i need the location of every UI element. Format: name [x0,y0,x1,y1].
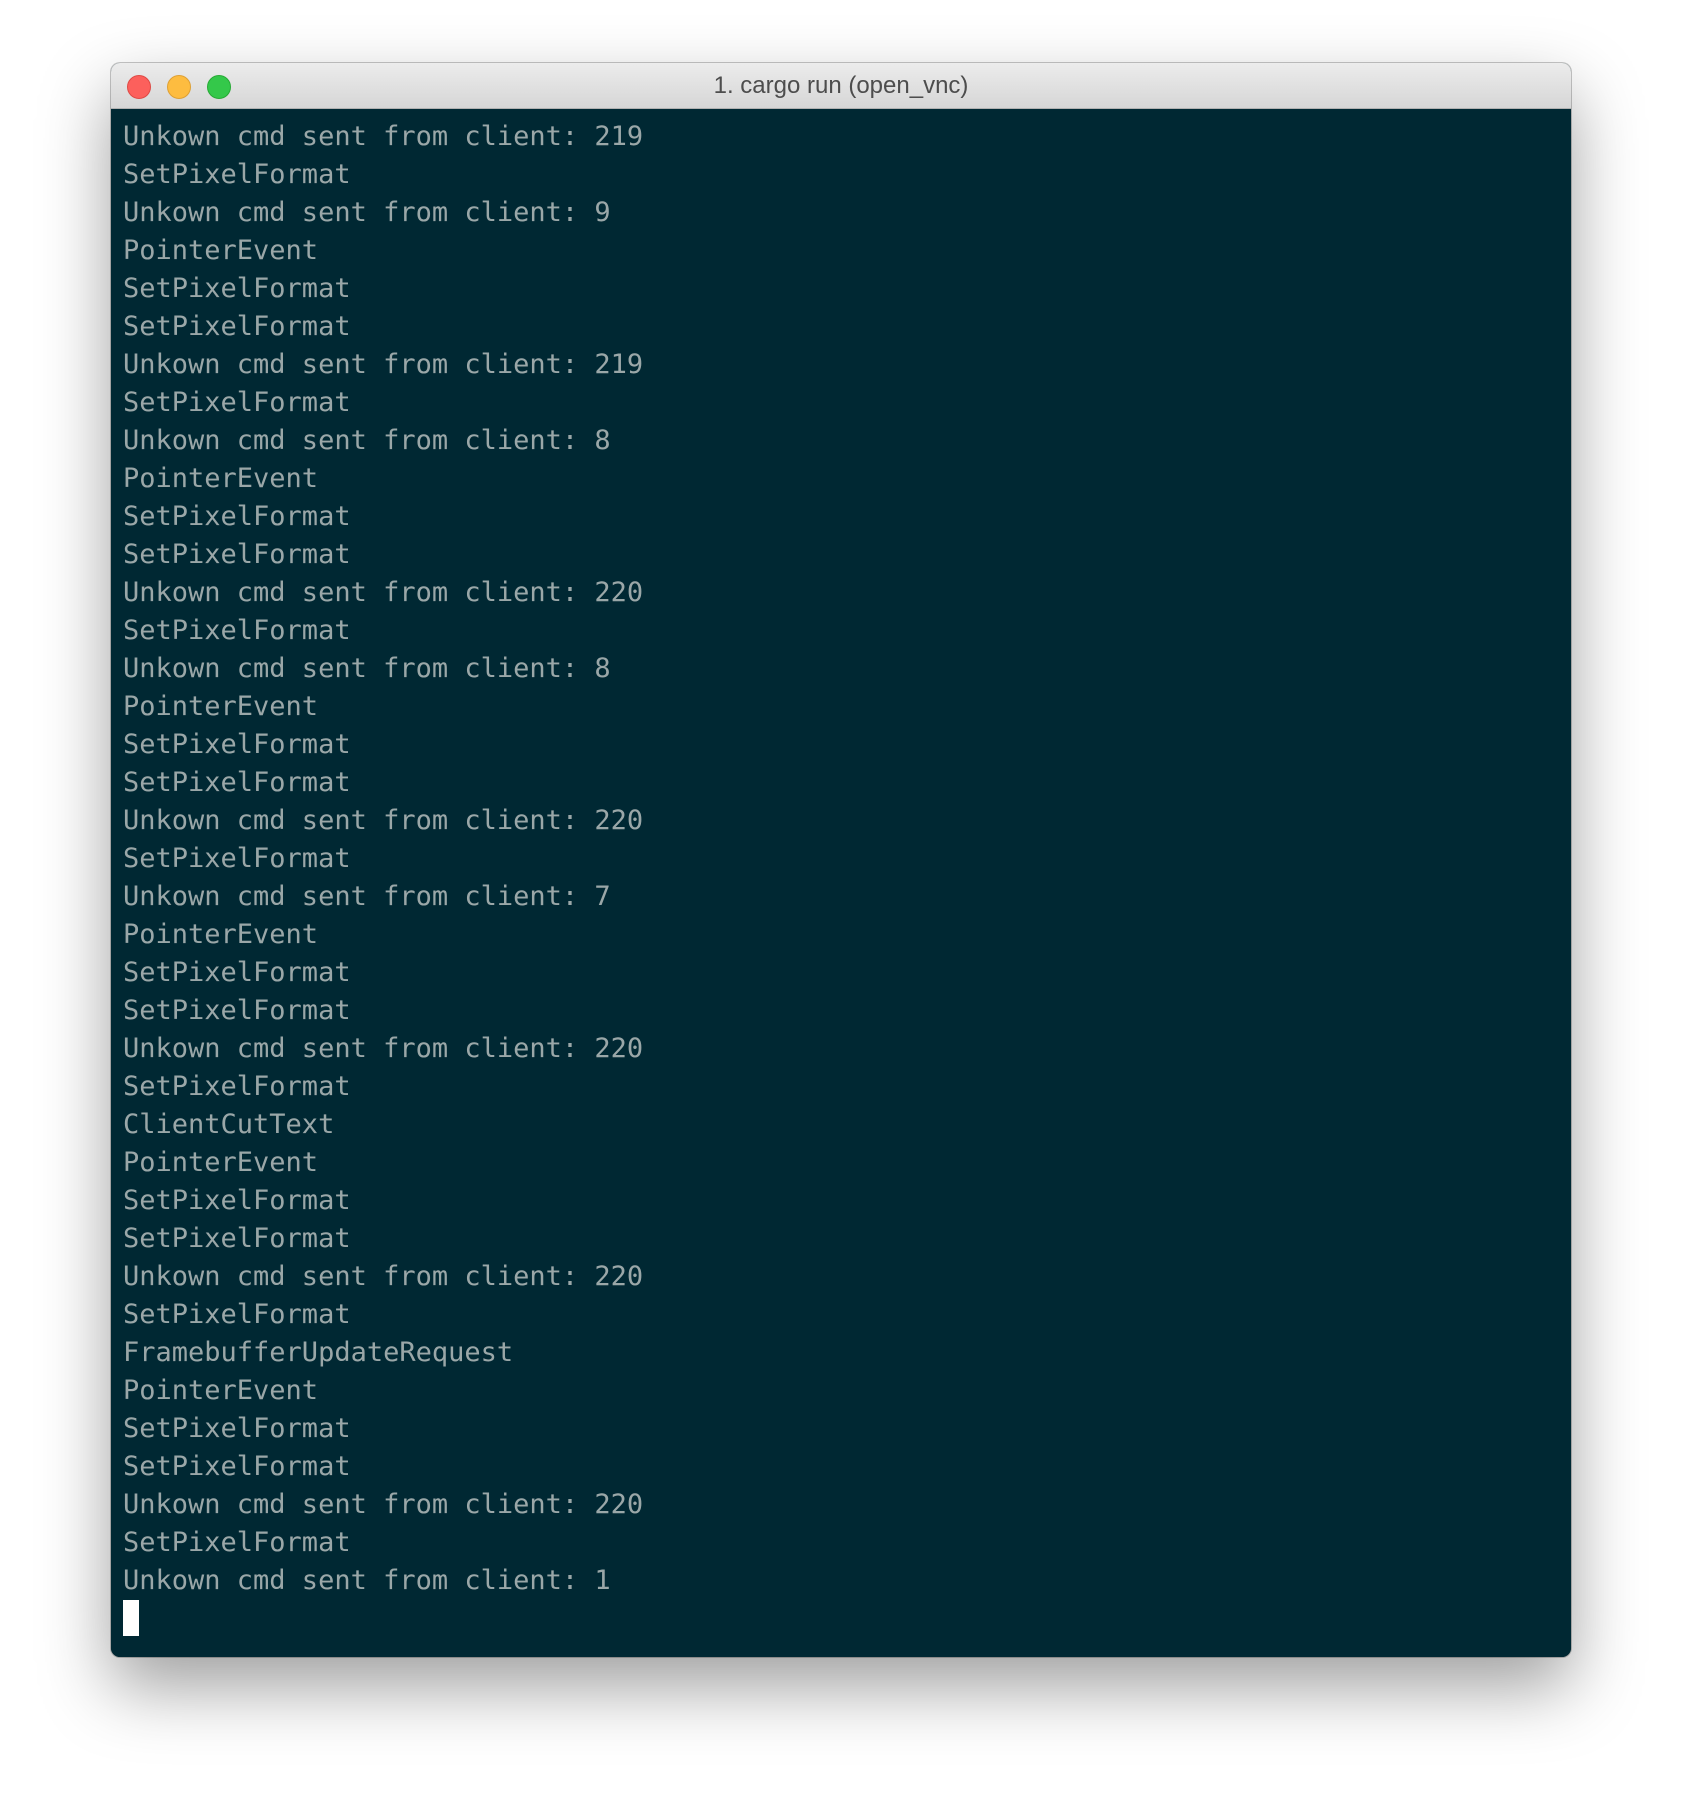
terminal-line: PointerEvent [123,1375,319,1406]
terminal-line: PointerEvent [123,691,319,722]
terminal-line: SetPixelFormat [123,1299,351,1330]
terminal-line: Unkown cmd sent from client: 220 [123,805,644,836]
terminal-line: PointerEvent [123,1147,319,1178]
terminal-line: SetPixelFormat [123,957,351,988]
terminal-line: ClientCutText [123,1109,335,1140]
terminal-line: SetPixelFormat [123,159,351,190]
text-cursor [123,1600,139,1636]
title-bar[interactable]: 1. cargo run (open_vnc) [111,63,1571,109]
terminal-line: SetPixelFormat [123,1413,351,1444]
terminal-line: SetPixelFormat [123,615,351,646]
terminal-line: FramebufferUpdateRequest [123,1337,514,1368]
window-title: 1. cargo run (open_vnc) [713,72,969,99]
terminal-line: Unkown cmd sent from client: 1 [123,1565,611,1596]
terminal-line: Unkown cmd sent from client: 7 [123,881,611,912]
terminal-line: SetPixelFormat [123,311,351,342]
terminal-line: SetPixelFormat [123,729,351,760]
prompt-line[interactable] [123,1600,1571,1638]
terminal-line: SetPixelFormat [123,1071,351,1102]
terminal-line: Unkown cmd sent from client: 220 [123,1261,644,1292]
terminal-line: SetPixelFormat [123,273,351,304]
terminal-line: PointerEvent [123,919,319,950]
terminal-line: SetPixelFormat [123,767,351,798]
terminal-line: SetPixelFormat [123,501,351,532]
terminal-output[interactable]: Unkown cmd sent from client: 219 SetPixe… [111,109,1571,1657]
terminal-line: SetPixelFormat [123,539,351,570]
terminal-window: 1. cargo run (open_vnc) Unkown cmd sent … [111,63,1571,1657]
terminal-line: SetPixelFormat [123,1451,351,1482]
terminal-line: Unkown cmd sent from client: 9 [123,197,611,228]
terminal-line: SetPixelFormat [123,995,351,1026]
terminal-line: SetPixelFormat [123,1223,351,1254]
terminal-line: Unkown cmd sent from client: 8 [123,653,611,684]
terminal-line: PointerEvent [123,235,319,266]
terminal-line: SetPixelFormat [123,843,351,874]
terminal-line: Unkown cmd sent from client: 220 [123,1489,644,1520]
terminal-line: Unkown cmd sent from client: 220 [123,1033,644,1064]
terminal-line: Unkown cmd sent from client: 8 [123,425,611,456]
terminal-line: SetPixelFormat [123,1185,351,1216]
terminal-line: Unkown cmd sent from client: 219 [123,121,644,152]
terminal-line: SetPixelFormat [123,387,351,418]
terminal-line: Unkown cmd sent from client: 219 [123,349,644,380]
terminal-line: Unkown cmd sent from client: 220 [123,577,644,608]
terminal-line: SetPixelFormat [123,1527,351,1558]
terminal-line: PointerEvent [123,463,319,494]
